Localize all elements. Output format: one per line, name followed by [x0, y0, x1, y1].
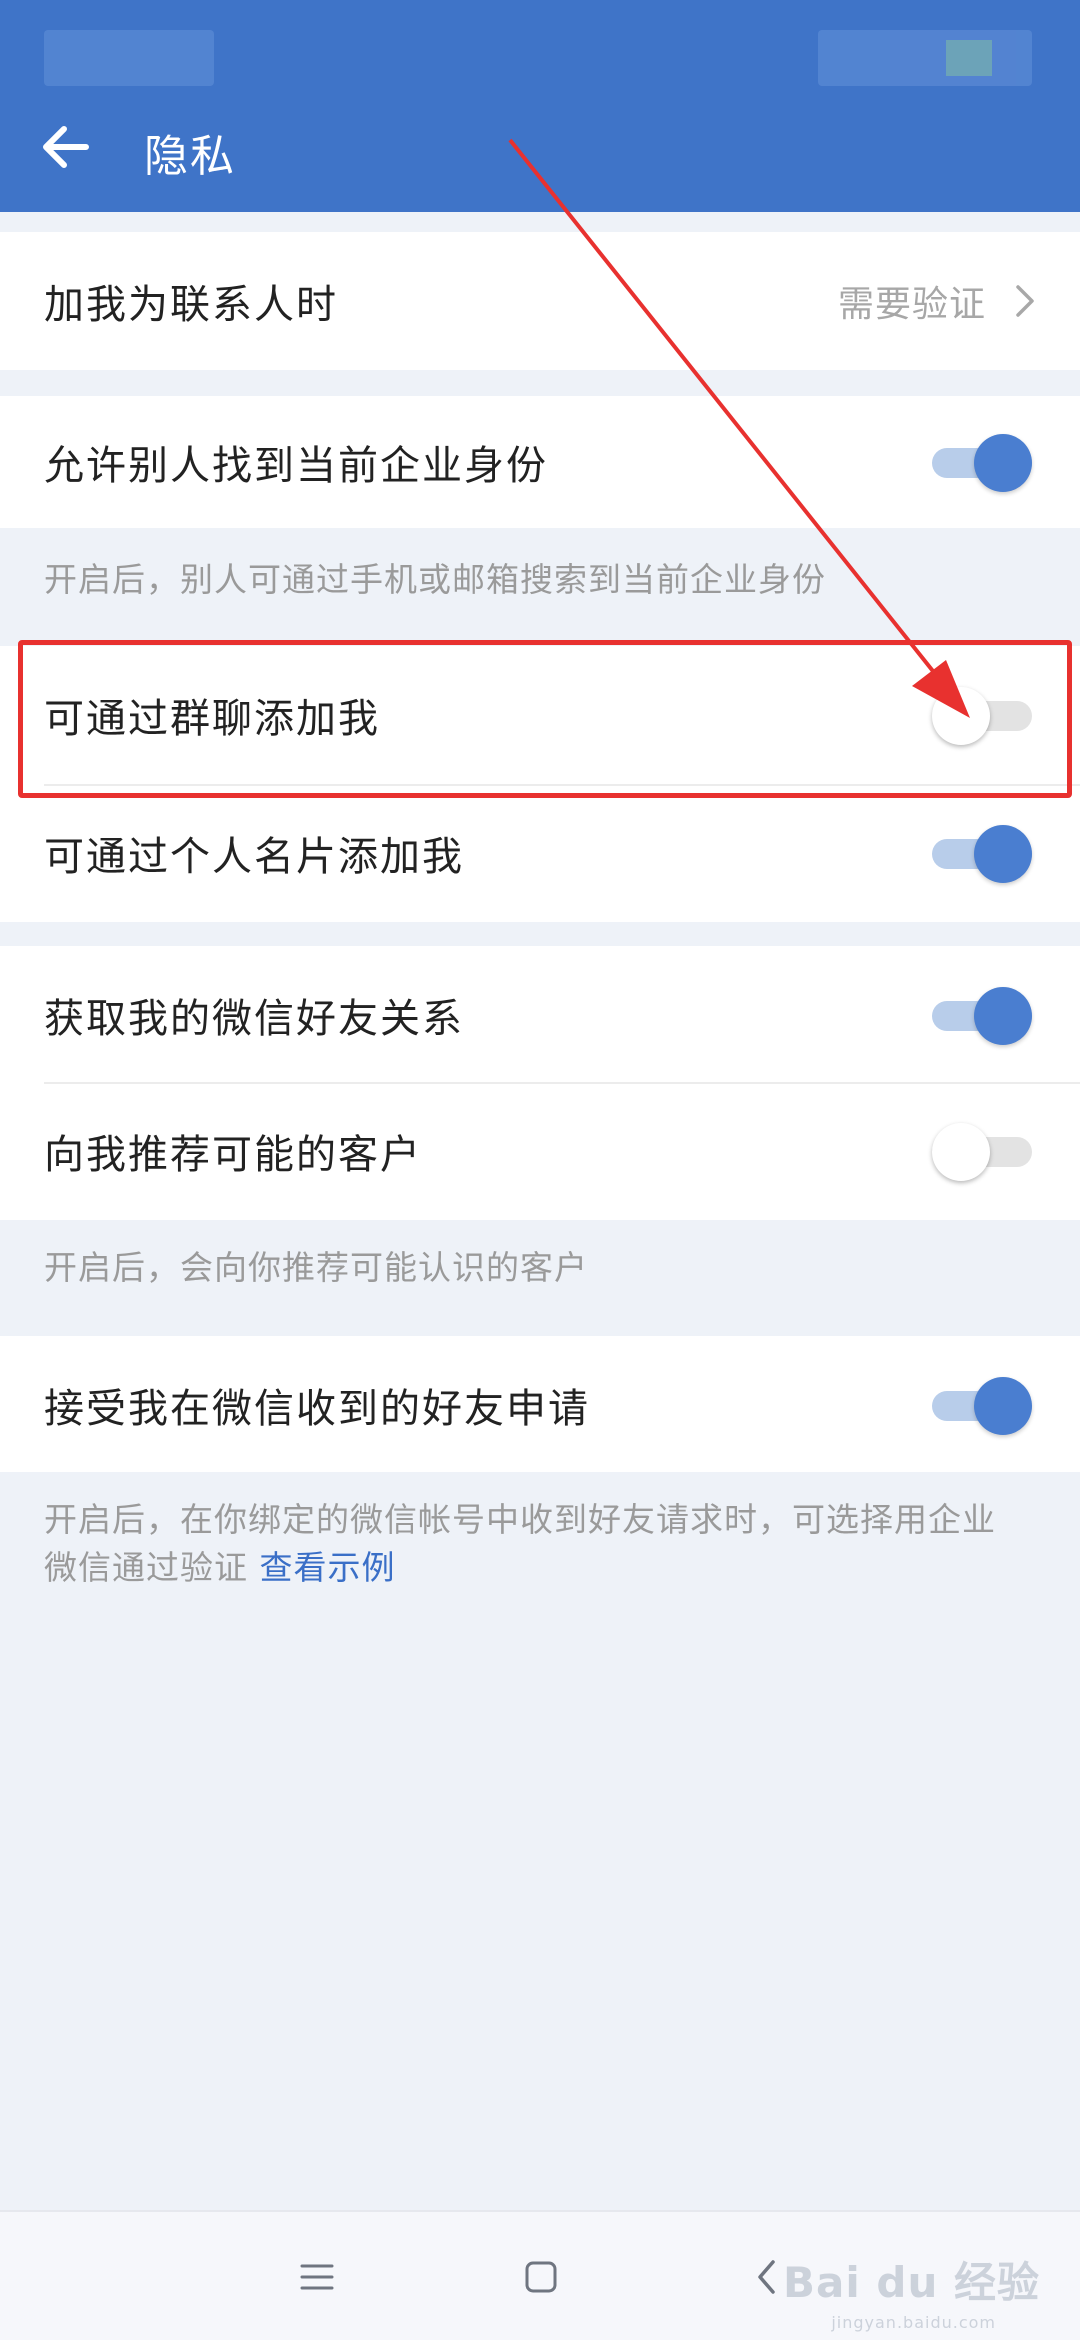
wechat-friends-toggle[interactable]	[932, 987, 1032, 1045]
find-identity-card: 允许别人找到当前企业身份	[0, 396, 1080, 528]
status-bar-right-blurred	[818, 30, 1032, 86]
recommend-label: 向我推荐可能的客户	[44, 1132, 422, 1178]
watermark-brand: Bai du 经验	[783, 2258, 1040, 2307]
view-example-link[interactable]: 查看示例	[260, 1548, 396, 1587]
chevron-right-icon	[1016, 285, 1034, 317]
home-icon	[525, 2261, 557, 2293]
personal-card-label: 可通过个人名片添加我	[44, 834, 464, 880]
find-identity-label: 允许别人找到当前企业身份	[44, 443, 548, 489]
accept-hint: 开启后，在你绑定的微信帐号中收到好友请求时，可选择用企业 微信通过验证 查看示例	[44, 1496, 996, 1592]
personal-card-row: 可通过个人名片添加我	[0, 784, 1080, 922]
back-icon	[758, 2260, 775, 2294]
accept-card: 接受我在微信收到的好友申请	[0, 1336, 1080, 1472]
app-bar: 隐私	[0, 0, 1080, 212]
baidu-watermark: Bai du 经验 jingyan.baidu.com	[783, 2249, 1040, 2332]
wechat-friends-label: 获取我的微信好友关系	[44, 996, 464, 1042]
contact-verify-value: 需要验证	[837, 284, 986, 325]
wechat-friends-row: 获取我的微信好友关系	[0, 946, 1080, 1084]
contact-verify-row[interactable]: 加我为联系人时 需要验证	[0, 232, 1080, 370]
accept-requests-row: 接受我在微信收到的好友申请	[0, 1336, 1080, 1474]
back-arrow-icon	[43, 126, 89, 168]
annotation-highlight-box	[18, 640, 1072, 798]
find-identity-row: 允许别人找到当前企业身份	[0, 393, 1080, 531]
wechat-card: 获取我的微信好友关系 向我推荐可能的客户	[0, 946, 1080, 1220]
accept-requests-label: 接受我在微信收到的好友申请	[44, 1386, 590, 1432]
recommend-hint: 开启后，会向你推荐可能认识的客户	[44, 1248, 588, 1287]
home-button[interactable]	[506, 2242, 576, 2312]
status-bar-left-blurred	[44, 30, 214, 86]
accept-hint-line1: 开启后，在你绑定的微信帐号中收到好友请求时，可选择用企业	[44, 1500, 996, 1539]
contact-verify-label: 加我为联系人时	[44, 282, 338, 328]
page-title: 隐私	[144, 131, 236, 182]
personal-card-toggle[interactable]	[932, 825, 1032, 883]
menu-button[interactable]	[282, 2242, 352, 2312]
screen: 隐私 加我为联系人时 需要验证 允许别人找到当前企业身份 开启后，别人可通过手机…	[0, 0, 1080, 2340]
find-identity-hint: 开启后，别人可通过手机或邮箱搜索到当前企业身份	[44, 560, 826, 599]
contact-verify-card: 加我为联系人时 需要验证	[0, 232, 1080, 370]
recommend-toggle[interactable]	[932, 1123, 1032, 1181]
watermark-url: jingyan.baidu.com	[831, 2313, 996, 2332]
accept-hint-line2: 微信通过验证	[44, 1548, 248, 1587]
system-nav-bar: Bai du 经验 jingyan.baidu.com	[0, 2210, 1080, 2340]
accept-requests-toggle[interactable]	[932, 1377, 1032, 1435]
recommend-row: 向我推荐可能的客户	[0, 1082, 1080, 1220]
find-identity-toggle[interactable]	[932, 434, 1032, 492]
back-button[interactable]	[30, 112, 100, 182]
menu-icon	[300, 2264, 334, 2290]
